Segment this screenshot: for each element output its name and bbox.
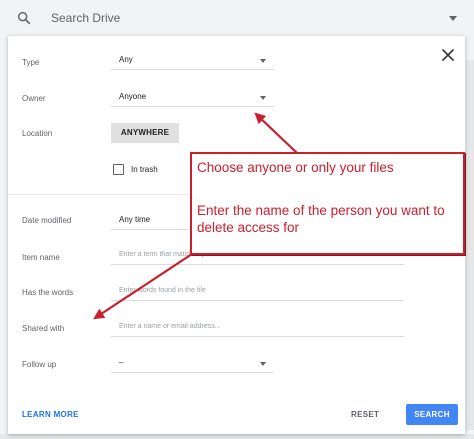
caret-down-icon[interactable]	[449, 16, 457, 21]
follow-up-value: –	[119, 358, 124, 367]
anywhere-button[interactable]: ANYWHERE	[111, 123, 179, 143]
search-icon[interactable]	[16, 10, 32, 26]
dropdown-arrow-icon	[260, 59, 266, 63]
date-modified-label: Date modified	[22, 216, 72, 225]
owner-value: Anyone	[119, 92, 147, 101]
learn-more-link[interactable]: LEARN MORE	[22, 410, 79, 419]
dropdown-arrow-icon	[260, 362, 266, 366]
background-column	[466, 60, 474, 430]
in-trash-label: In trash	[131, 165, 158, 174]
follow-up-dropdown[interactable]: –	[111, 355, 274, 373]
type-label: Type	[22, 58, 40, 67]
shared-with-label: Shared with	[22, 324, 65, 333]
item-name-label: Item name	[22, 253, 60, 262]
date-modified-value: Any time	[119, 215, 151, 224]
follow-up-label: Follow up	[22, 360, 57, 369]
annotation-line-1: Choose anyone or only your files	[197, 160, 394, 175]
location-label: Location	[22, 129, 53, 138]
drive-search-bar[interactable]: Search Drive	[0, 0, 474, 36]
search-button[interactable]: SEARCH	[406, 404, 458, 425]
search-drive-placeholder[interactable]: Search Drive	[51, 11, 120, 25]
close-icon[interactable]	[440, 47, 456, 63]
type-dropdown[interactable]: Any	[111, 52, 274, 70]
annotation-callout: Choose anyone or only your files Enter t…	[190, 152, 465, 255]
annotation-line-2: Enter the name of the person you want to…	[197, 203, 445, 235]
has-words-label: Has the words	[22, 288, 74, 297]
shared-with-input[interactable]: Enter a name or email address...	[111, 320, 404, 337]
owner-dropdown[interactable]: Anyone	[111, 89, 274, 107]
owner-label: Owner	[22, 94, 46, 103]
background-footer	[0, 434, 474, 439]
shared-with-placeholder: Enter a name or email address...	[119, 323, 221, 330]
type-value: Any	[119, 55, 133, 64]
reset-button[interactable]: RESET	[351, 410, 379, 419]
in-trash-checkbox[interactable]	[113, 164, 124, 175]
dropdown-arrow-icon	[260, 96, 266, 100]
has-words-input[interactable]: Enter words found in the file	[111, 284, 404, 301]
has-words-placeholder: Enter words found in the file	[119, 287, 206, 294]
